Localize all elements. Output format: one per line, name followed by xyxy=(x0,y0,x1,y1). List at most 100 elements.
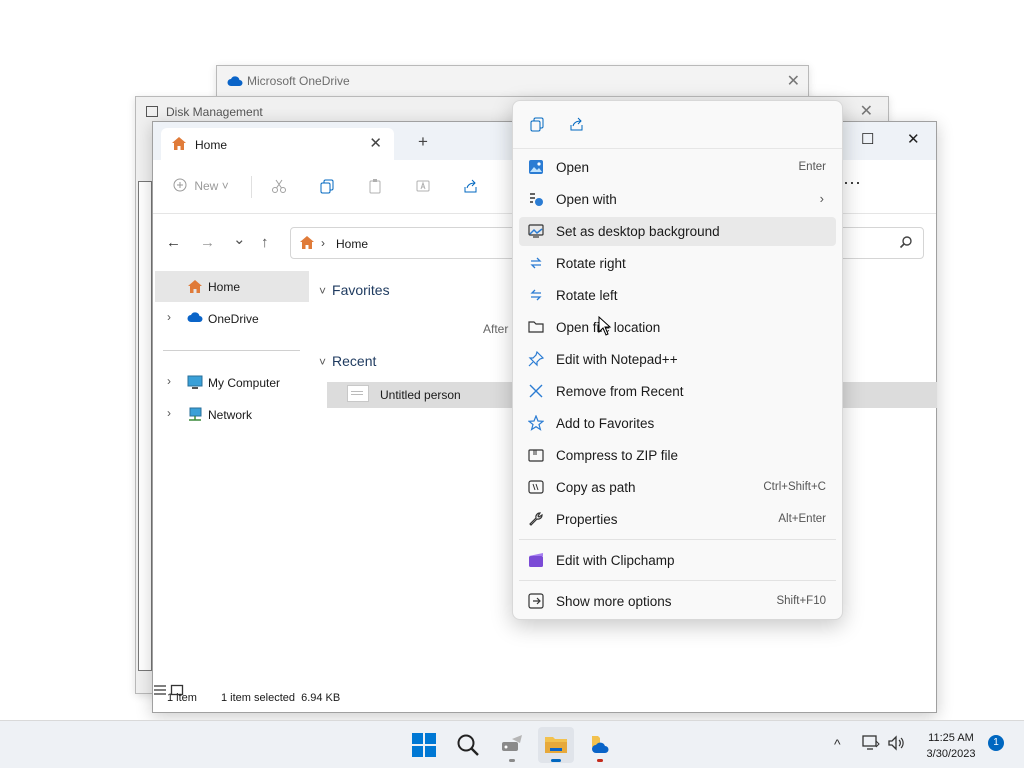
rotate-right-icon xyxy=(530,257,542,269)
menu-item-shortcut: Shift+F10 xyxy=(776,595,826,607)
close-button[interactable]: ✕ xyxy=(907,130,920,148)
home-icon xyxy=(300,236,314,249)
menu-item-copy-as-path[interactable]: Copy as path Ctrl+Shift+C xyxy=(519,473,836,502)
sidebar-item-onedrive[interactable]: › OneDrive xyxy=(155,303,309,334)
menu-item-edit-clipchamp[interactable]: Edit with Clipchamp xyxy=(519,546,836,575)
open-with-icon xyxy=(530,193,543,206)
menu-item-show-more-options[interactable]: Show more options Shift+F10 xyxy=(519,587,836,616)
up-button[interactable]: ↑ xyxy=(261,234,269,251)
taskbar-app-onedrive[interactable] xyxy=(582,727,618,763)
menu-item-compress-zip[interactable]: Compress to ZIP file xyxy=(519,441,836,470)
menu-item-rotate-right[interactable]: Rotate right xyxy=(519,249,836,278)
menu-item-remove-from-recent[interactable]: Remove from Recent xyxy=(519,377,836,406)
new-button[interactable]: New ˅ xyxy=(173,178,229,193)
tab-label: Home xyxy=(195,138,228,152)
notification-badge[interactable]: 1 xyxy=(988,735,1004,751)
expand-arrow-icon[interactable]: › xyxy=(167,406,171,420)
computer-icon xyxy=(187,375,203,389)
sidebar-item-label: My Computer xyxy=(208,376,281,390)
file-name: Untitled person xyxy=(380,388,461,402)
forward-button[interactable]: → xyxy=(200,234,215,251)
start-button[interactable] xyxy=(406,727,442,763)
menu-divider xyxy=(519,539,836,540)
collapse-chevron-icon: ˅ xyxy=(319,355,327,369)
tray-overflow-button[interactable]: ^ xyxy=(834,736,841,752)
cut-icon[interactable] xyxy=(271,178,287,194)
menu-item-open-file-location[interactable]: Open file location xyxy=(519,313,836,342)
volume-icon[interactable] xyxy=(887,735,907,751)
folder-icon xyxy=(528,321,544,333)
home-icon xyxy=(188,280,202,293)
expand-arrow-icon[interactable]: › xyxy=(167,374,171,388)
context-menu-quick-actions xyxy=(513,101,842,149)
running-indicator xyxy=(597,759,603,762)
back-button[interactable]: ← xyxy=(166,234,181,251)
sidebar-item-label: Network xyxy=(208,408,253,422)
menu-item-label: Rotate right xyxy=(556,256,626,271)
menu-item-add-to-favorites[interactable]: Add to Favorites xyxy=(519,409,836,438)
sidebar-item-my-computer[interactable]: › My Computer xyxy=(155,367,309,398)
clipchamp-icon xyxy=(529,553,543,567)
menu-item-properties[interactable]: Properties Alt+Enter xyxy=(519,505,836,534)
zip-icon xyxy=(528,449,544,462)
cloud-icon xyxy=(227,76,243,86)
sidebar-item-network[interactable]: › Network xyxy=(155,399,309,430)
favorites-section-header[interactable]: ˅ Favorites xyxy=(319,282,390,298)
menu-item-set-desktop-background[interactable]: Set as desktop background xyxy=(519,217,836,246)
breadcrumb-home[interactable]: Home xyxy=(336,237,368,251)
tab-home[interactable]: Home ✕ xyxy=(161,128,394,160)
menu-item-edit-notepad[interactable]: Edit with Notepad++ xyxy=(519,345,836,374)
expand-arrow-icon[interactable]: › xyxy=(167,310,171,324)
menu-item-label: Edit with Notepad++ xyxy=(556,352,678,367)
more-options-button[interactable]: ··· xyxy=(843,172,861,193)
running-indicator xyxy=(509,759,515,762)
recent-locations-button[interactable]: ⌄ xyxy=(233,230,246,248)
onedrive-window-title: Microsoft OneDrive xyxy=(247,74,350,88)
sidebar-item-home[interactable]: Home xyxy=(155,271,309,302)
menu-item-shortcut: Enter xyxy=(798,161,827,173)
share-icon[interactable] xyxy=(569,116,585,132)
menu-item-open-with[interactable]: Open with › xyxy=(519,185,836,214)
copy-icon[interactable] xyxy=(529,116,545,132)
taskbar-app-disk-management[interactable] xyxy=(494,727,530,763)
sidebar-divider xyxy=(163,350,300,351)
menu-item-label: Compress to ZIP file xyxy=(556,448,679,463)
details-view-icon[interactable] xyxy=(153,684,167,696)
menu-item-rotate-left[interactable]: Rotate left xyxy=(519,281,836,310)
menu-item-label: Properties xyxy=(556,512,618,527)
sidebar-item-label: OneDrive xyxy=(208,312,259,326)
favorites-heading: Favorites xyxy=(332,282,390,298)
tab-close-button[interactable]: ✕ xyxy=(369,134,382,152)
share-icon[interactable] xyxy=(463,178,479,194)
network-status-icon[interactable] xyxy=(862,735,880,751)
paste-icon[interactable] xyxy=(367,178,383,194)
menu-item-label: Copy as path xyxy=(556,480,636,495)
menu-item-label: Add to Favorites xyxy=(556,416,655,431)
maximize-button[interactable]: ☐ xyxy=(861,130,874,148)
desktop-icon xyxy=(528,224,544,238)
recent-section-header[interactable]: ˅ Recent xyxy=(319,353,376,369)
disk-volume-strip xyxy=(138,181,152,671)
menu-item-label: Rotate left xyxy=(556,288,618,303)
taskbar: ^ 11:25 AM 3/30/2023 xyxy=(0,720,1024,768)
menu-item-label: Edit with Clipchamp xyxy=(556,553,675,568)
menu-divider xyxy=(519,580,836,581)
active-indicator xyxy=(551,759,561,762)
new-tab-button[interactable]: + xyxy=(418,132,428,152)
copy-icon[interactable] xyxy=(319,178,335,194)
taskbar-app-file-explorer[interactable] xyxy=(538,727,574,763)
menu-item-open[interactable]: Open Enter xyxy=(519,153,836,182)
menu-item-shortcut: Ctrl+Shift+C xyxy=(763,481,826,493)
search-icon[interactable] xyxy=(899,235,913,249)
search-button[interactable] xyxy=(450,727,486,763)
system-clock[interactable]: 11:25 AM 3/30/2023 xyxy=(916,730,986,762)
remove-icon xyxy=(529,384,543,398)
onedrive-close-button[interactable]: ✕ xyxy=(787,71,800,91)
disk-close-button[interactable]: ✕ xyxy=(860,101,873,121)
image-file-icon xyxy=(347,385,369,402)
selection-info: 1 item selected 6.94 KB xyxy=(221,692,341,704)
sidebar-item-label: Home xyxy=(208,280,241,294)
rename-icon[interactable] xyxy=(415,178,431,194)
disk-icon xyxy=(146,106,158,117)
menu-item-shortcut: Alt+Enter xyxy=(778,513,826,525)
